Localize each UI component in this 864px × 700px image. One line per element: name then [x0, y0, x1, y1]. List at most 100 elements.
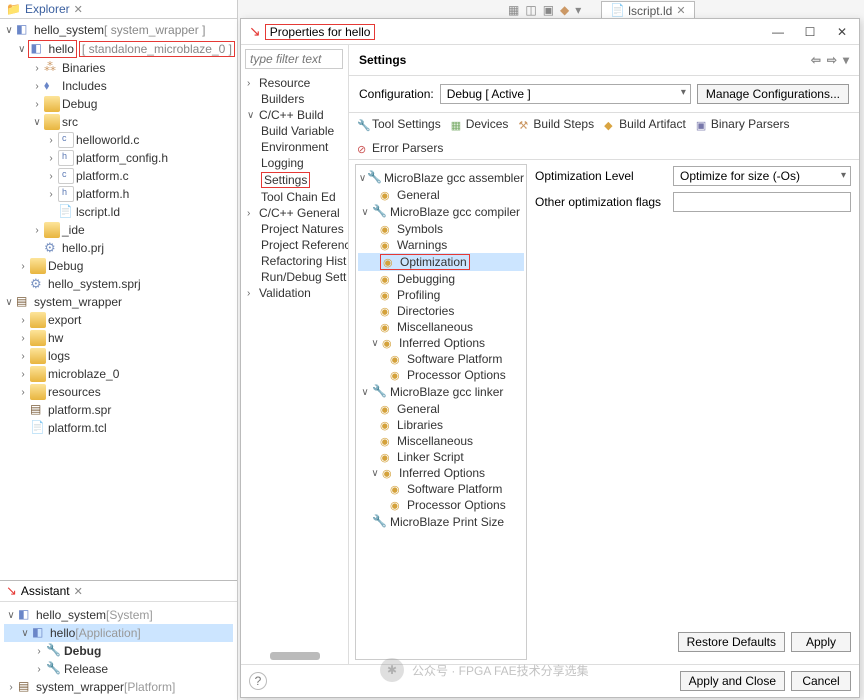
configuration-dropdown[interactable]: Debug [ Active ]	[440, 84, 691, 104]
assist-hello-system[interactable]: ∨hello_system [System]	[4, 606, 233, 624]
ts-debugging[interactable]: Debugging	[358, 271, 524, 287]
platform-icon	[18, 679, 34, 695]
tree-item-debug[interactable]: ›Debug	[2, 95, 235, 113]
nav-rundebug[interactable]: Run/Debug Sett	[243, 269, 346, 285]
tab-binary-parsers[interactable]: Binary Parsers	[696, 117, 790, 131]
scrollbar[interactable]	[270, 652, 320, 660]
close-icon[interactable]: ✕	[676, 4, 685, 17]
ts-swplatform[interactable]: Software Platform	[358, 351, 524, 367]
ts-misc2[interactable]: Miscellaneous	[358, 433, 524, 449]
file-icon	[30, 402, 46, 418]
tab-build-steps[interactable]: Build Steps	[518, 117, 594, 131]
nav-env[interactable]: Environment	[243, 139, 346, 155]
nav-toolchain[interactable]: Tool Chain Ed	[243, 189, 346, 205]
ts-misc[interactable]: Miscellaneous	[358, 319, 524, 335]
tree-item-includes[interactable]: ›⬧Includes	[2, 77, 235, 95]
ts-compiler[interactable]: ∨🔧MicroBlaze gcc compiler	[358, 203, 524, 221]
ts-inferred2[interactable]: ∨Inferred Options	[358, 465, 524, 481]
apply-and-close-button[interactable]: Apply and Close	[680, 671, 785, 691]
nav-buildvar[interactable]: Build Variable	[243, 123, 346, 139]
ts-libraries[interactable]: Libraries	[358, 417, 524, 433]
config-label: Configuration:	[359, 87, 434, 101]
nav-resource[interactable]: ›Resource	[243, 75, 346, 91]
tree-item-platformh[interactable]: ›platform.h	[2, 185, 235, 203]
optimization-level-dropdown[interactable]: Optimize for size (-Os)	[673, 166, 851, 186]
editor-tabbar: ▦◫▣◆▾ lscript.ld ✕	[238, 0, 864, 20]
tree-item-hello-system[interactable]: ∨hello_system [ system_wrapper ]	[2, 21, 235, 39]
ts-swplatform2[interactable]: Software Platform	[358, 481, 524, 497]
tree-item-export[interactable]: ›export	[2, 311, 235, 329]
prop-icon	[380, 222, 394, 236]
tree-item-resources[interactable]: ›resources	[2, 383, 235, 401]
forward-icon[interactable]: ⇨	[827, 53, 837, 67]
nav-builders[interactable]: Builders	[243, 91, 346, 107]
tree-item-sprj[interactable]: hello_system.sprj	[2, 275, 235, 293]
tree-item-ide[interactable]: ›_ide	[2, 221, 235, 239]
tab-devices[interactable]: Devices	[451, 117, 509, 131]
back-icon[interactable]: ⇦	[811, 53, 821, 67]
ts-procopts[interactable]: Processor Options	[358, 367, 524, 383]
h-file-icon	[58, 150, 74, 166]
tree-item-platformtcl[interactable]: platform.tcl	[2, 419, 235, 437]
tree-item-hw[interactable]: ›hw	[2, 329, 235, 347]
ts-general2[interactable]: General	[358, 401, 524, 417]
maximize-button[interactable]: ☐	[801, 25, 819, 39]
tree-item-helloworld[interactable]: ›helloworld.c	[2, 131, 235, 149]
file-icon	[610, 3, 626, 19]
ts-linker[interactable]: ∨🔧MicroBlaze gcc linker	[358, 383, 524, 401]
ts-profiling[interactable]: Profiling	[358, 287, 524, 303]
tree-item-microblaze[interactable]: ›microblaze_0	[2, 365, 235, 383]
tree-item-platformc[interactable]: ›platform.c	[2, 167, 235, 185]
tree-item-platformspr[interactable]: platform.spr	[2, 401, 235, 419]
nav-ccbuild[interactable]: ∨C/C++ Build	[243, 107, 346, 123]
manage-configurations-button[interactable]: Manage Configurations...	[697, 84, 849, 104]
ts-directories[interactable]: Directories	[358, 303, 524, 319]
ts-procopts2[interactable]: Processor Options	[358, 497, 524, 513]
close-icon[interactable]: ✕	[74, 3, 83, 16]
tree-item-binaries[interactable]: ›⁂Binaries	[2, 59, 235, 77]
ts-printsize[interactable]: 🔧MicroBlaze Print Size	[358, 513, 524, 531]
close-icon[interactable]: ✕	[74, 585, 83, 598]
tab-build-artifact[interactable]: Build Artifact	[604, 117, 686, 131]
prop-icon	[380, 402, 394, 416]
ts-symbols[interactable]: Symbols	[358, 221, 524, 237]
nav-validation[interactable]: ›Validation	[243, 285, 346, 301]
editor-tab-lscript[interactable]: lscript.ld ✕	[601, 1, 694, 20]
tab-tool-settings[interactable]: Tool Settings	[357, 117, 441, 131]
tab-error-parsers[interactable]: Error Parsers	[357, 141, 443, 155]
nav-logging[interactable]: Logging	[243, 155, 346, 171]
restore-defaults-button[interactable]: Restore Defaults	[678, 632, 785, 652]
ts-linkerscript[interactable]: Linker Script	[358, 449, 524, 465]
ts-inferred[interactable]: ∨Inferred Options	[358, 335, 524, 351]
ts-assembler[interactable]: ∨🔧MicroBlaze gcc assembler	[358, 169, 524, 187]
nav-ccgeneral[interactable]: ›C/C++ General	[243, 205, 346, 221]
tree-item-lscript[interactable]: lscript.ld	[2, 203, 235, 221]
tree-item-logs[interactable]: ›logs	[2, 347, 235, 365]
tree-item-platformconfig[interactable]: ›platform_config.h	[2, 149, 235, 167]
ts-warnings[interactable]: Warnings	[358, 237, 524, 253]
assist-release[interactable]: ›🔧Release	[4, 660, 233, 678]
ts-optimization[interactable]: Optimization	[358, 253, 524, 271]
nav-projnat[interactable]: Project Natures	[243, 221, 346, 237]
cancel-button[interactable]: Cancel	[791, 671, 851, 691]
nav-refhist[interactable]: Refactoring Hist	[243, 253, 346, 269]
close-button[interactable]: ✕	[833, 25, 851, 39]
nav-projref[interactable]: Project Referenc	[243, 237, 346, 253]
other-flags-input[interactable]	[673, 192, 851, 212]
tree-item-syswrapper[interactable]: ∨system_wrapper	[2, 293, 235, 311]
assist-debug[interactable]: ›🔧Debug	[4, 642, 233, 660]
menu-icon[interactable]: ▾	[843, 53, 849, 67]
nav-settings[interactable]: Settings	[243, 171, 346, 189]
assist-hello[interactable]: ∨hello [Application]	[4, 624, 233, 642]
assist-syswrapper[interactable]: ›system_wrapper [Platform]	[4, 678, 233, 696]
apply-button[interactable]: Apply	[791, 632, 851, 652]
tree-item-hello[interactable]: ∨hello[ standalone_microblaze_0 ]	[2, 39, 235, 59]
help-button[interactable]: ?	[249, 672, 267, 690]
minimize-button[interactable]: —	[769, 25, 787, 39]
tree-item-helloprj[interactable]: hello.prj	[2, 239, 235, 257]
ts-general[interactable]: General	[358, 187, 524, 203]
filter-input[interactable]	[245, 49, 343, 69]
tree-item-debug2[interactable]: ›Debug	[2, 257, 235, 275]
platform-icon	[16, 294, 32, 310]
tree-item-src[interactable]: ∨src	[2, 113, 235, 131]
